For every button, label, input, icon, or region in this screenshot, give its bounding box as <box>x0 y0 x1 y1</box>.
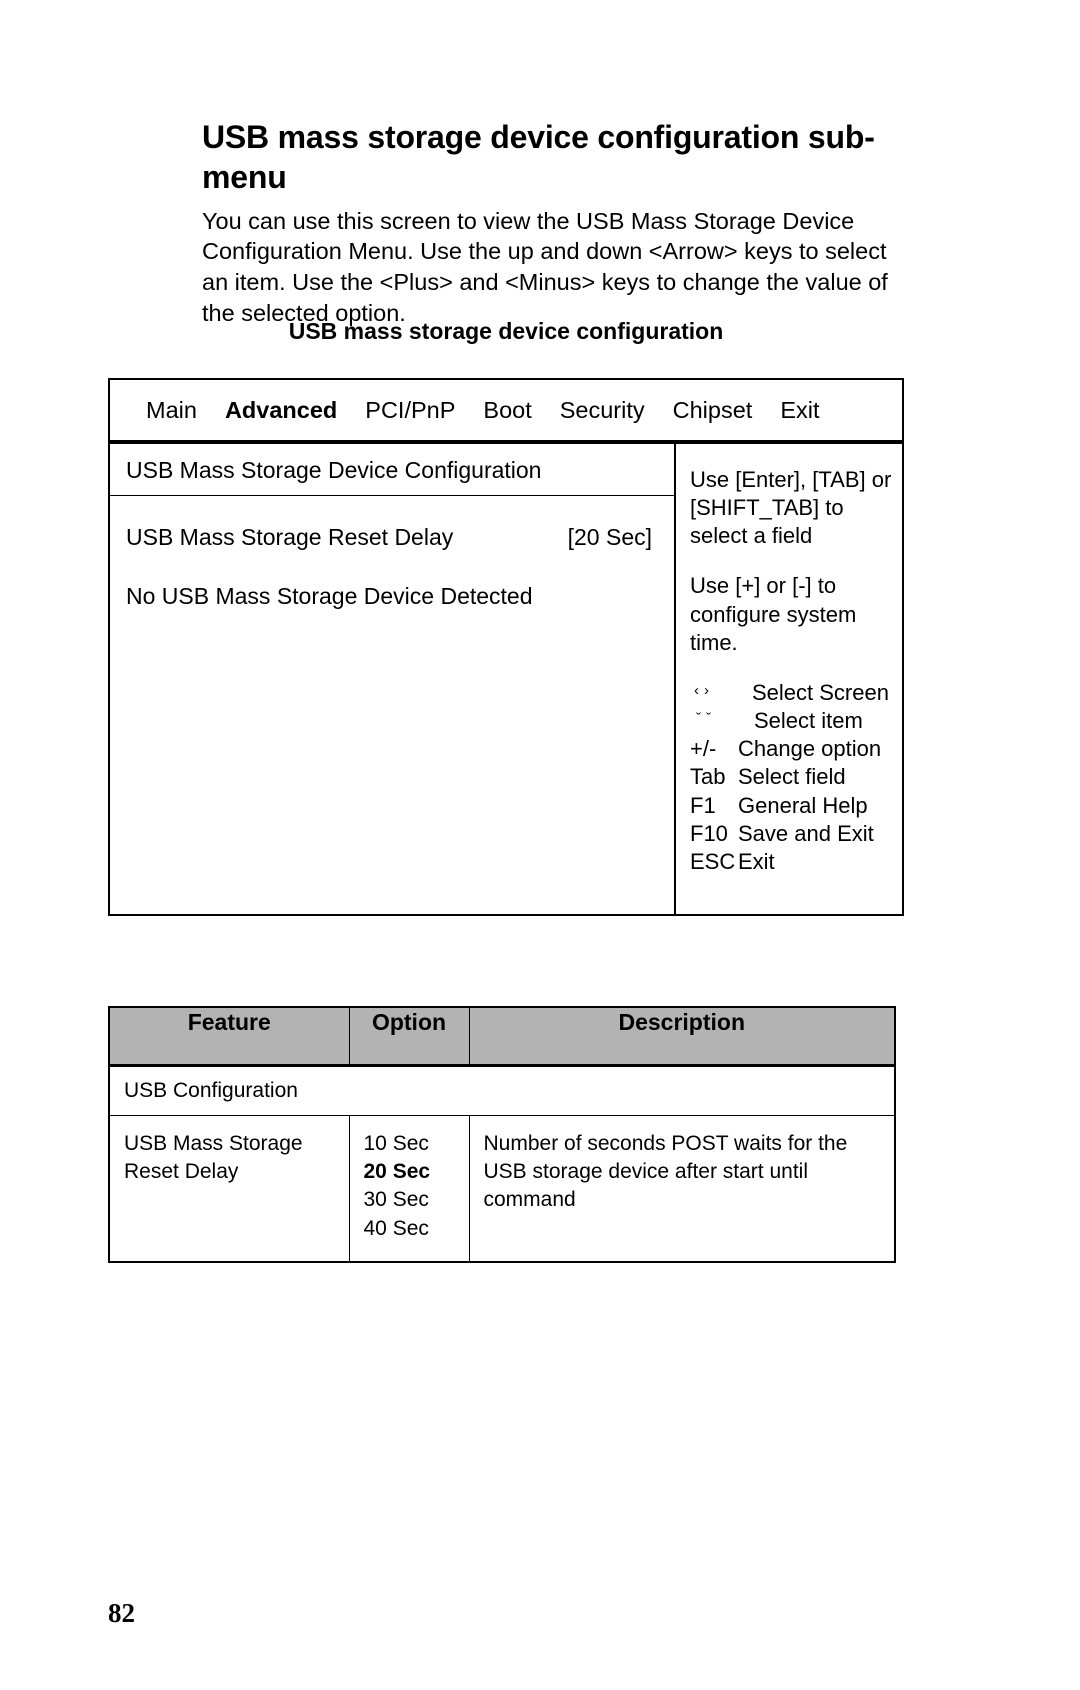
page-title: USB mass storage device configuration su… <box>202 119 875 196</box>
column-header-option: Option <box>348 1006 470 1067</box>
bios-help-key-desc: General Help <box>738 792 868 818</box>
bios-settings-pane: USB Mass Storage Device Configuration US… <box>110 444 676 914</box>
left-right-arrow-icon: ‹› <box>694 681 714 699</box>
document-page: USB mass storage device configuration su… <box>0 0 1080 1690</box>
cell-feature: USB Mass Storage Reset Delay <box>108 1114 350 1263</box>
bios-help-key-row: +/- Change option <box>690 735 902 763</box>
bios-setting-label: USB Mass Storage Reset Delay <box>126 524 454 550</box>
bios-tab-pcipnp[interactable]: PCI/PnP <box>365 397 455 424</box>
bios-screen: Main Advanced PCI/PnP Boot Security Chip… <box>108 378 904 916</box>
option-item-selected: 20 Sec <box>363 1159 431 1183</box>
bios-help-key-row: ˇˇ Select item <box>690 707 902 735</box>
bios-tab-security[interactable]: Security <box>560 397 645 424</box>
tab-key-label: Tab <box>690 764 726 790</box>
up-down-arrow-icon: ˇˇ <box>696 710 716 728</box>
table-row: USB Configuration <box>108 1064 896 1116</box>
table-header-row: Feature Option Description <box>108 1006 896 1067</box>
bios-help-key-desc: Select field <box>738 764 846 790</box>
f10-key-label: F10 <box>690 820 728 846</box>
feature-table: Feature Option Description USB Configura… <box>108 1006 896 1263</box>
bios-help-key-row: ESC Exit <box>690 848 902 876</box>
bios-help-key-row: F1 General Help <box>690 792 902 820</box>
page-number: 82 <box>108 1598 135 1628</box>
column-header-description: Description <box>468 1006 896 1067</box>
bios-help-key-desc: Save and Exit <box>738 820 874 846</box>
bios-section-title: USB Mass Storage Device Configuration <box>110 444 674 496</box>
cell-description: Number of seconds POST waits for the USB… <box>468 1114 896 1263</box>
bios-tab-main[interactable]: Main <box>146 397 197 424</box>
bios-setting-value[interactable]: [20 Sec] <box>568 524 658 551</box>
bios-help-key-desc: Select item <box>754 708 863 734</box>
bios-tab-boot[interactable]: Boot <box>483 397 531 424</box>
f1-key-label: F1 <box>690 792 716 818</box>
column-header-feature: Feature <box>108 1006 350 1067</box>
bios-tab-bar: Main Advanced PCI/PnP Boot Security Chip… <box>110 380 902 442</box>
bios-help-key-desc: Change option <box>738 736 882 762</box>
table-group-label: USB Configuration <box>108 1064 896 1116</box>
bios-status-note: No USB Mass Storage Device Detected <box>126 583 533 609</box>
bios-help-key-list: ‹› Select Screen ˇˇ Select item +/- Chan… <box>690 679 902 876</box>
bios-setting-row[interactable]: USB Mass Storage Reset Delay [20 Sec] <box>126 524 658 551</box>
table-row: USB Mass Storage Reset Delay 10 Sec 20 S… <box>108 1114 896 1263</box>
plus-minus-key-label: +/- <box>690 736 717 762</box>
esc-key-label: ESC <box>690 848 736 874</box>
intro-paragraph: You can use this screen to view the USB … <box>202 207 888 326</box>
screen-caption: USB mass storage device configuration <box>288 318 724 344</box>
bios-help-pane: Use [Enter], [TAB] or [SHIFT_TAB] to sel… <box>676 444 902 914</box>
bios-body: USB Mass Storage Device Configuration US… <box>110 442 902 914</box>
bios-tab-exit[interactable]: Exit <box>780 397 819 424</box>
bios-help-paragraph-2: Use [+] or [-] to configure system time. <box>690 573 857 655</box>
bios-help-key-desc: Exit <box>738 848 775 874</box>
option-item: 10 Sec <box>363 1131 429 1155</box>
bios-help-key-row: Tab Select field <box>690 763 902 791</box>
bios-tab-chipset[interactable]: Chipset <box>673 397 753 424</box>
bios-help-key-row: F10 Save and Exit <box>690 820 902 848</box>
bios-help-key-desc: Select Screen <box>752 679 889 705</box>
bios-setting-list: USB Mass Storage Reset Delay [20 Sec] No… <box>110 496 674 914</box>
option-item: 30 Sec <box>363 1188 429 1212</box>
bios-tab-advanced[interactable]: Advanced <box>225 397 337 424</box>
bios-help-paragraph-1: Use [Enter], [TAB] or [SHIFT_TAB] to sel… <box>690 467 892 549</box>
bios-help-key-row: ‹› Select Screen <box>690 679 902 707</box>
cell-option-list: 10 Sec 20 Sec 30 Sec 40 Sec <box>348 1114 470 1263</box>
option-item: 40 Sec <box>363 1216 429 1240</box>
